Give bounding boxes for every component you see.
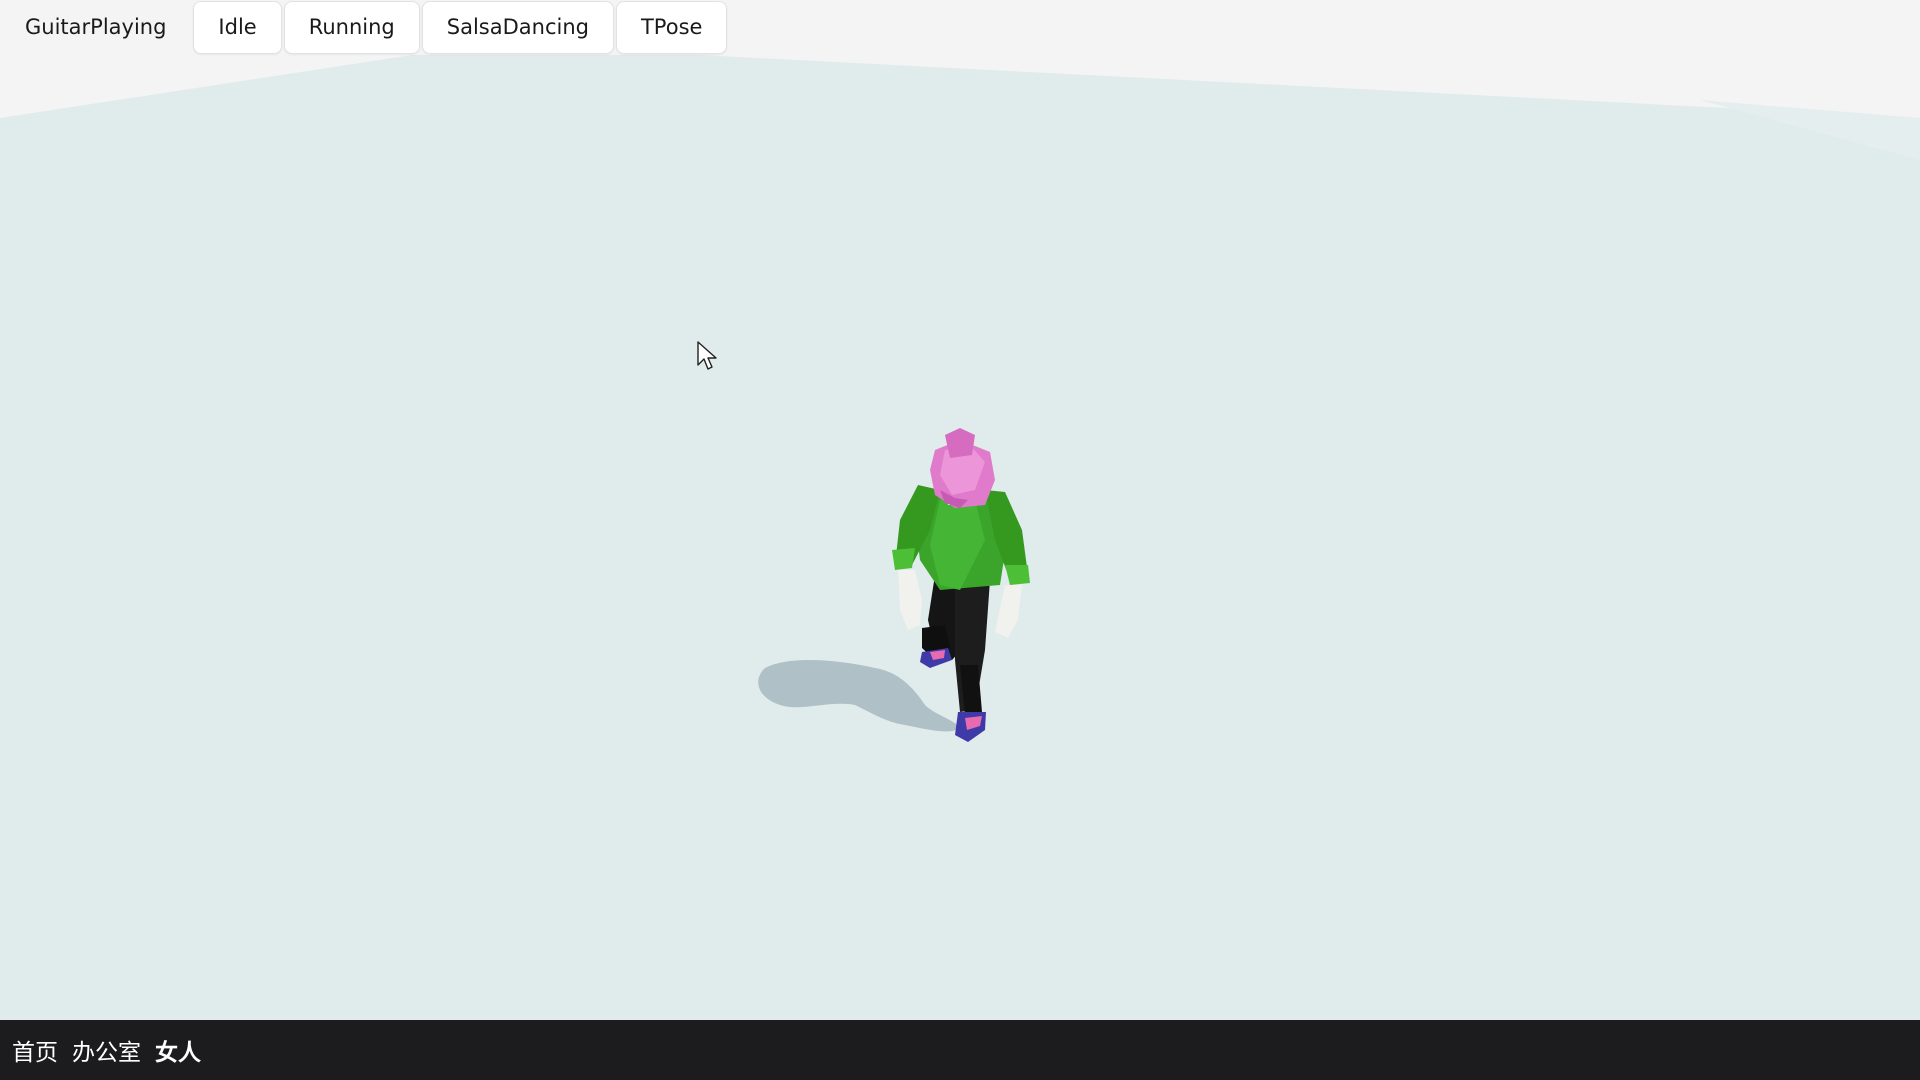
breadcrumb-item-office[interactable]: 办公室 <box>72 1033 141 1067</box>
breadcrumb-item-woman[interactable]: 女人 <box>155 1033 201 1067</box>
animation-button-tpose[interactable]: TPose <box>615 0 728 54</box>
animation-button-label: TPose <box>640 15 703 39</box>
breadcrumb: 首页 办公室 女人 <box>0 1020 1920 1080</box>
3d-viewport[interactable]: GuitarPlaying Idle Running SalsaDancing … <box>0 0 1920 1020</box>
animation-button-running[interactable]: Running <box>283 0 420 54</box>
animation-button-label: Running <box>308 15 395 39</box>
animation-button-label: SalsaDancing <box>446 15 589 39</box>
scene-canvas[interactable] <box>0 0 1920 1020</box>
animation-button-guitarplaying[interactable]: GuitarPlaying <box>0 1 191 54</box>
animation-button-label: Idle <box>218 15 257 39</box>
animation-button-salsadancing[interactable]: SalsaDancing <box>421 0 614 54</box>
animation-button-idle[interactable]: Idle <box>193 0 282 54</box>
animation-button-label: GuitarPlaying <box>25 15 167 39</box>
breadcrumb-item-home[interactable]: 首页 <box>12 1033 58 1067</box>
mouse-pointer-icon <box>697 341 717 370</box>
animation-toolbar: GuitarPlaying Idle Running SalsaDancing … <box>0 0 728 54</box>
